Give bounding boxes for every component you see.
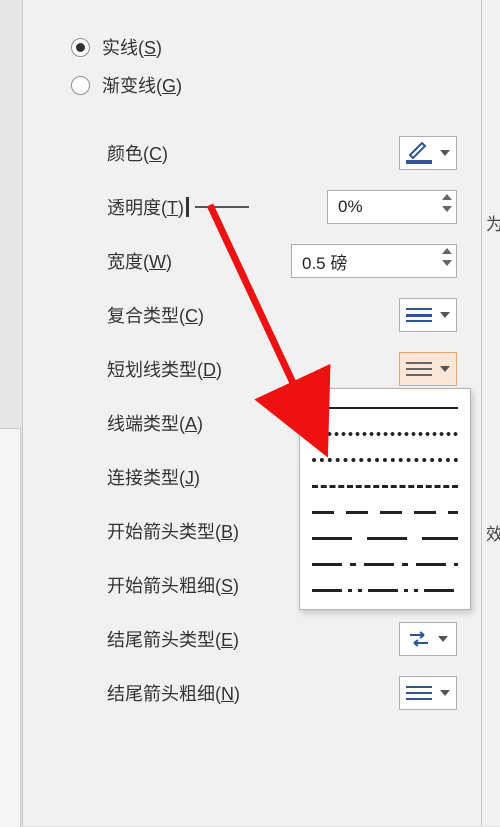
label-join: 连接类型(J) <box>107 464 200 490</box>
row-end-arrow-type: 结尾箭头类型(E) <box>107 612 457 666</box>
row-width: 宽度(W) 0.5 磅 <box>107 234 457 288</box>
label-transparency: 透明度(T) <box>107 194 184 220</box>
left-panel-edge <box>0 428 21 827</box>
chevron-down-icon <box>440 150 450 156</box>
dash-option-long-dash-dot[interactable] <box>300 551 470 577</box>
color-picker-button[interactable] <box>399 136 457 170</box>
dash-option-round-dot[interactable] <box>300 421 470 447</box>
arrow-swap-icon <box>408 630 430 648</box>
chevron-down-icon <box>440 690 450 696</box>
label-dash: 短划线类型(D) <box>107 356 222 382</box>
end-arrow-type-button[interactable] <box>399 622 457 656</box>
label-cap: 线端类型(A) <box>107 410 203 436</box>
dash-option-solid[interactable] <box>300 395 470 421</box>
row-color: 颜色(C) <box>107 126 457 180</box>
radio-gradient-line[interactable]: 渐变线(G) <box>71 66 182 104</box>
label-begin-size: 开始箭头粗细(S) <box>107 572 239 598</box>
label-color: 颜色(C) <box>107 140 168 166</box>
dash-type-dropdown <box>299 388 471 610</box>
end-arrow-size-button[interactable] <box>399 676 457 710</box>
width-value: 0.5 磅 <box>302 249 347 274</box>
row-transparency: 透明度(T) 0% <box>107 180 457 234</box>
width-input[interactable]: 0.5 磅 <box>291 244 457 278</box>
edge-text-2: 效 <box>486 520 500 545</box>
radio-solid-line[interactable]: 实线(S) <box>71 28 182 66</box>
label-end-size: 结尾箭头粗细(N) <box>107 680 240 706</box>
label-width: 宽度(W) <box>107 248 172 274</box>
row-compound-type: 复合类型(C) <box>107 288 457 342</box>
line-format-panel: 实线(S) 渐变线(G) 颜色(C) <box>22 0 482 826</box>
edge-text-1: 为 <box>486 210 500 235</box>
transparency-value: 0% <box>338 197 363 217</box>
spin-down-icon[interactable] <box>442 260 452 266</box>
dash-option-long-dash-dot-dot[interactable] <box>300 577 470 603</box>
dash-option-long-dash[interactable] <box>300 525 470 551</box>
dash-option-dash[interactable] <box>300 473 470 499</box>
radio-gradient-label: 渐变线(G) <box>102 72 182 98</box>
label-compound: 复合类型(C) <box>107 302 204 328</box>
spin-down-icon[interactable] <box>442 206 452 212</box>
pen-icon <box>406 144 432 162</box>
line-type-radio-group: 实线(S) 渐变线(G) <box>71 0 182 104</box>
size-lines-icon <box>406 686 432 700</box>
radio-dot-icon <box>71 76 90 95</box>
label-begin-type: 开始箭头类型(B) <box>107 518 239 544</box>
dash-option-square-dot[interactable] <box>300 447 470 473</box>
adjacent-panel-edge: 为 效 <box>481 0 500 826</box>
compound-lines-icon <box>406 308 432 322</box>
dash-preview-icon <box>406 362 432 376</box>
spin-up-icon[interactable] <box>442 194 452 200</box>
dash-option-dash-dot[interactable] <box>300 499 470 525</box>
chevron-down-icon <box>438 636 448 642</box>
spin-up-icon[interactable] <box>442 248 452 254</box>
radio-solid-label: 实线(S) <box>102 34 162 60</box>
chevron-down-icon <box>440 312 450 318</box>
row-end-arrow-size: 结尾箭头粗细(N) <box>107 666 457 720</box>
dash-type-button[interactable] <box>399 352 457 386</box>
transparency-input[interactable]: 0% <box>327 190 457 224</box>
label-end-type: 结尾箭头类型(E) <box>107 626 239 652</box>
radio-dot-icon <box>71 38 90 57</box>
chevron-down-icon <box>440 366 450 372</box>
compound-type-button[interactable] <box>399 298 457 332</box>
transparency-slider[interactable] <box>184 197 249 217</box>
